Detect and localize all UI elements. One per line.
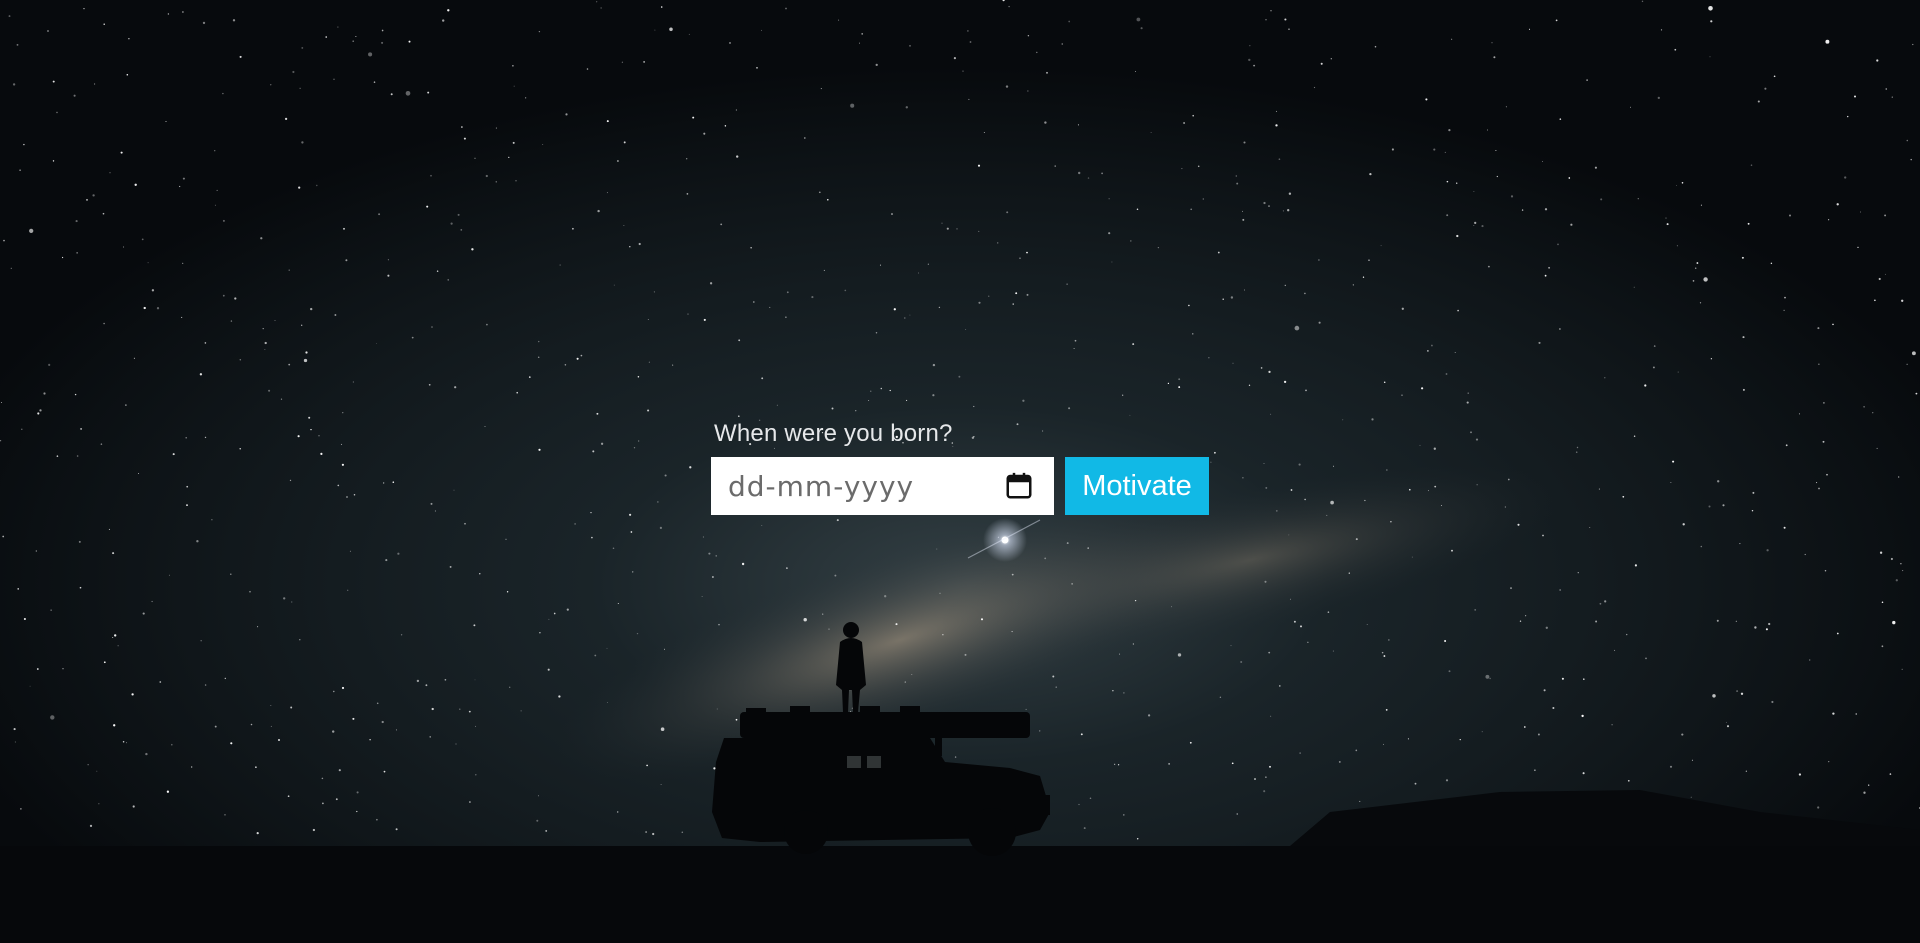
calendar-icon[interactable] [1004, 471, 1034, 501]
birthdate-input[interactable]: dd-mm-yyyy [711, 457, 1054, 515]
input-row: dd-mm-yyyy Motivate [711, 457, 1211, 515]
motivate-button[interactable]: Motivate [1065, 457, 1209, 515]
date-placeholder-text: dd-mm-yyyy [728, 469, 915, 503]
birthdate-prompt-label: When were you born? [714, 420, 953, 447]
birthdate-form: When were you born? dd-mm-yyyy Motivate [711, 419, 1211, 515]
